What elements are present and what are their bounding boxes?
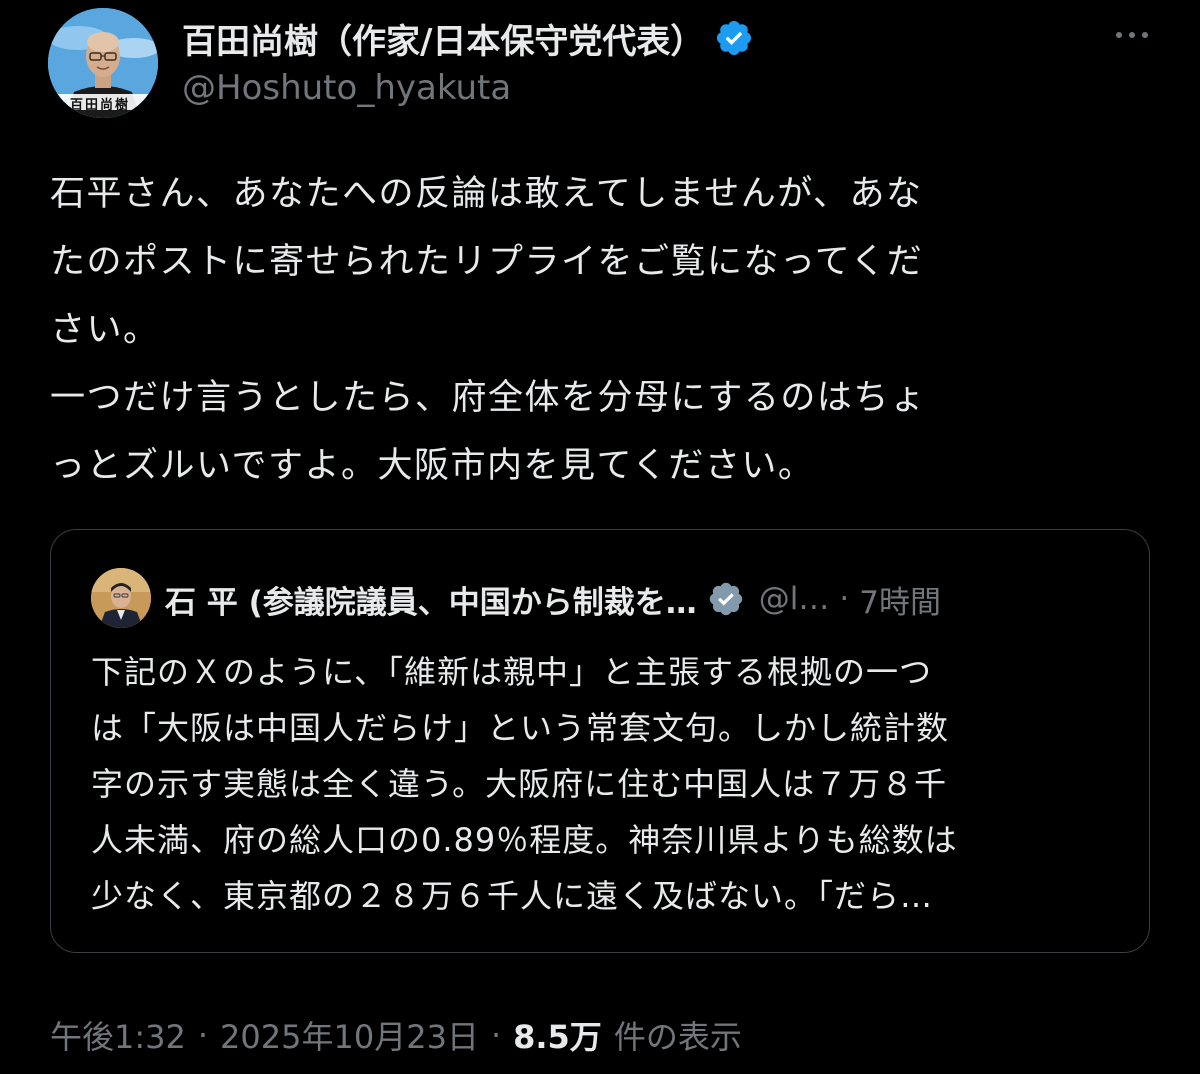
post-text-line: 石平さん、あなたへの反論は敢えてしませんが、あな (50, 174, 923, 214)
post-date[interactable]: 2025年10月23日 (220, 1012, 479, 1058)
quoted-post-time[interactable]: 7時間 (859, 577, 941, 622)
verified-badge-icon (717, 20, 752, 56)
quoted-author-avatar[interactable] (91, 568, 151, 628)
quoted-text-line: 字の示す実態は全く違う。大阪府に住む中国人は７万８千 (91, 765, 948, 803)
views-count: 8.5万 (513, 1018, 602, 1056)
quoted-post-card[interactable]: 石 平 (参議院議員、中国から制裁を… @l… · 7時間 下記のＸのように、「… (50, 529, 1150, 953)
post-text-line: さい。 (50, 310, 160, 350)
separator-dot: · (839, 581, 850, 617)
quoted-post-header: 石 平 (参議院議員、中国から制裁を… @l… · 7時間 (165, 574, 1125, 624)
verified-badge-icon (709, 582, 742, 616)
author-name-row: 百田尚樹（作家/日本保守党代表） (182, 12, 754, 64)
post-text-line: 一つだけ言うとしたら、府全体を分母にするのはちょ (50, 378, 927, 418)
post-time[interactable]: 午後1:32 (50, 1012, 186, 1058)
post-text-line: っとズルいですよ。大阪市内を見てください。 (50, 446, 815, 486)
quoted-author-name[interactable]: 石 平 (参議院議員、中国から制裁を… (165, 577, 697, 622)
post: 百田尚樹 百田尚樹（作家/日本保守党代表） @Hoshuto_hyakuta 石… (0, 0, 1200, 1074)
author-avatar[interactable]: 百田尚樹 (48, 8, 158, 118)
separator-dot: · (197, 1016, 209, 1054)
avatar-caption: 百田尚樹 (70, 98, 131, 113)
post-text: 石平さん、あなたへの反論は敢えてしませんが、あな たのポストに寄せられたリプライ… (50, 160, 1150, 500)
quoted-text-line: 少なく、東京都の２８万６千人に遠く及ばない。「だら… (91, 877, 934, 915)
views-label: 件の表示 (613, 1018, 742, 1056)
more-horizontal-icon[interactable] (1112, 20, 1152, 50)
separator-dot: · (490, 1016, 502, 1054)
quoted-text-line: 人未満、府の総人口の0.89％程度。神奈川県よりも総数は (91, 821, 958, 859)
post-text-line: たのポストに寄せられたリプライをご覧になってくだ (50, 242, 924, 282)
quoted-text-line: 下記のＸのように、「維新は親中」と主張する根拠の一つ (91, 653, 933, 691)
author-display-name[interactable]: 百田尚樹（作家/日本保守党代表） (182, 14, 704, 63)
quoted-author-handle[interactable]: @l… (759, 581, 830, 617)
quoted-text-line: は「大阪は中国人だらけ」という常套文句。しかし統計数 (91, 709, 950, 747)
author-handle[interactable]: @Hoshuto_hyakuta (182, 68, 511, 108)
quoted-post-text: 下記のＸのように、「維新は親中」と主張する根拠の一つ は「大阪は中国人だらけ」と… (91, 644, 1121, 924)
post-meta: 午後1:32 · 2025年10月23日 · 8.5万 件の表示 (50, 1010, 742, 1060)
